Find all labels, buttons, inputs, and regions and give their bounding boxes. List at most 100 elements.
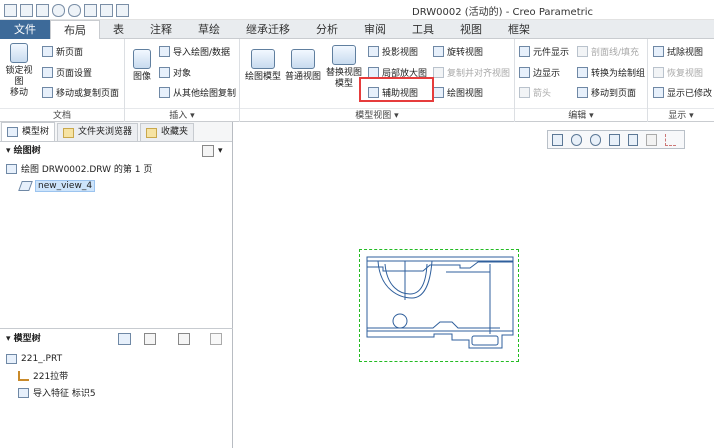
tab-model-tree[interactable]: 模型树 <box>1 122 56 141</box>
tab-review[interactable]: 审阅 <box>351 20 399 39</box>
revolve-view-button[interactable]: 旋转视图 <box>433 45 483 58</box>
tree-item-feature[interactable]: 221拉带 <box>0 367 233 384</box>
lock-view-move-label: 锁定视图 移动 <box>5 66 33 98</box>
quick-access-toolbar <box>4 3 132 17</box>
image-icon <box>133 49 151 69</box>
tab-favorites[interactable]: 收藏夹 <box>140 123 195 141</box>
arrow-button[interactable]: 箭头 <box>519 86 551 99</box>
move-copy-page-button[interactable]: 移动或复制页面 <box>42 86 119 99</box>
tab-view[interactable]: 视图 <box>447 20 495 39</box>
repaint-icon[interactable] <box>608 133 620 146</box>
import-drawing-button[interactable]: 导入绘图/数据 <box>159 45 230 58</box>
show-erased-icon <box>653 87 664 98</box>
title-bar: DRW0002 (活动的) - Creo Parametric <box>0 0 714 20</box>
group-label-insert[interactable]: 插入 ▾ <box>125 108 239 122</box>
group-label-edit[interactable]: 编辑 ▾ <box>515 108 647 122</box>
projection-view-button[interactable]: 投影视图 <box>368 45 418 58</box>
show-erased-button[interactable]: 显示已修改 <box>653 86 713 99</box>
drawing-tree-header[interactable]: ▾ 绘图树 ▾ <box>0 142 232 160</box>
group-label-model-views[interactable]: 模型视图 ▾ <box>240 108 514 122</box>
lock-view-move-button[interactable]: 锁定视图 移动 <box>2 43 36 99</box>
move-to-page-icon <box>577 87 588 98</box>
collapse-arrow-icon[interactable]: ▾ <box>6 334 14 344</box>
view-toolbar <box>547 130 685 149</box>
model-tree-icon <box>7 127 18 137</box>
element-display-icon <box>519 46 530 57</box>
replace-model-icon <box>332 45 356 65</box>
settings-icon[interactable] <box>178 333 190 345</box>
tab-analysis[interactable]: 分析 <box>303 20 351 39</box>
page-setup-button[interactable]: 页面设置 <box>42 66 92 79</box>
tree-item-import-feature[interactable]: 导入特征 标识5 <box>0 384 233 401</box>
zoom-out-icon[interactable] <box>589 133 601 146</box>
ribbon-tabs: 文件 布局 表 注释 草绘 继承迁移 分析 审阅 工具 视图 框架 <box>0 20 714 40</box>
regenerate-icon[interactable] <box>100 3 113 17</box>
drawing-view-boundary[interactable] <box>359 249 519 362</box>
group-label-display[interactable]: 显示 ▾ <box>648 108 714 122</box>
outline-step <box>367 261 513 272</box>
window-title: DRW0002 (活动的) - Creo Parametric <box>412 7 594 18</box>
display-style-icon[interactable] <box>627 133 639 146</box>
dropdown-arrow-icon[interactable]: ▾ <box>218 142 223 160</box>
redo-icon[interactable] <box>68 3 81 17</box>
window-icon[interactable] <box>84 3 97 17</box>
refit-icon[interactable] <box>552 133 563 146</box>
undo-icon[interactable] <box>52 3 65 17</box>
tab-layout[interactable]: 布局 <box>50 20 100 40</box>
new-page-button[interactable]: 新页面 <box>42 45 83 58</box>
save-icon[interactable] <box>36 3 49 17</box>
tab-tools[interactable]: 工具 <box>399 20 447 39</box>
model-tree-header[interactable]: ▾ 模型树 <box>0 330 233 348</box>
tab-legacy-migration[interactable]: 继承迁移 <box>233 20 303 39</box>
image-button[interactable]: 图像 <box>129 49 155 83</box>
new-icon[interactable] <box>4 3 17 17</box>
resume-view-button[interactable]: 恢复视图 <box>653 66 703 79</box>
drawing-canvas[interactable] <box>234 122 714 448</box>
show-icon[interactable] <box>118 333 131 345</box>
tab-framework[interactable]: 框架 <box>495 20 543 39</box>
move-to-page-button[interactable]: 移动到页面 <box>577 86 636 99</box>
section-line-button[interactable]: 剖面线/填充 <box>577 45 639 58</box>
navigator-tabs: 模型树 文件夹浏览器 收藏夹 <box>0 122 232 142</box>
tab-folder-browser[interactable]: 文件夹浏览器 <box>57 123 139 141</box>
replace-view-model-button[interactable]: 替换视图 模型 <box>324 45 364 90</box>
tab-sketch[interactable]: 草绘 <box>185 20 233 39</box>
general-view-button[interactable]: 普通视图 <box>284 49 322 83</box>
drawing-view-icon <box>433 87 444 98</box>
drawing-model-button[interactable]: 绘图模型 <box>244 49 282 83</box>
named-view-icon[interactable] <box>646 133 658 146</box>
tab-table[interactable]: 表 <box>100 20 137 39</box>
open-icon[interactable] <box>20 3 33 17</box>
outline-slot <box>471 335 499 346</box>
erase-view-button[interactable]: 拭除视图 <box>653 45 703 58</box>
border-display-label: 边显示 <box>533 69 561 79</box>
columns-icon[interactable] <box>144 333 156 345</box>
copy-align-view-button[interactable]: 复制并对齐视图 <box>433 66 510 79</box>
drawing-tree-title: 绘图树 <box>13 146 41 156</box>
panel-splitter[interactable] <box>0 328 233 329</box>
tree-item-view[interactable]: new_view_4 <box>0 177 232 194</box>
element-display-button[interactable]: 元件显示 <box>519 45 569 58</box>
object-icon <box>159 67 170 78</box>
tree-item-drawing-sheet-label: 绘图 DRW0002.DRW 的第 1 页 <box>21 165 153 175</box>
datum-display-icon[interactable] <box>665 133 677 146</box>
zoom-in-icon[interactable] <box>570 133 582 146</box>
part-outline-drawing <box>366 256 514 349</box>
collapse-arrow-icon[interactable]: ▾ <box>6 146 14 156</box>
copy-from-other-button[interactable]: 从其他绘图复制 <box>159 86 236 99</box>
tree-item-part[interactable]: 221_.PRT <box>0 350 233 367</box>
tree-item-drawing-sheet[interactable]: 绘图 DRW0002.DRW 的第 1 页 <box>0 160 232 177</box>
pin-icon[interactable] <box>210 333 222 345</box>
drawing-view-button[interactable]: 绘图视图 <box>433 86 483 99</box>
tab-model-tree-label: 模型树 <box>22 126 50 137</box>
close-icon[interactable] <box>116 3 129 17</box>
resume-view-icon <box>653 67 664 78</box>
copy-from-other-label: 从其他绘图复制 <box>173 89 237 99</box>
object-button[interactable]: 对象 <box>159 66 191 79</box>
tree-settings-icon[interactable] <box>202 145 214 157</box>
tab-file[interactable]: 文件 <box>0 20 50 39</box>
new-page-label: 新页面 <box>56 48 84 58</box>
convert-draft-group-button[interactable]: 转换为绘制组 <box>577 66 645 79</box>
tab-annotate[interactable]: 注释 <box>137 20 185 39</box>
border-display-button[interactable]: 边显示 <box>519 66 560 79</box>
